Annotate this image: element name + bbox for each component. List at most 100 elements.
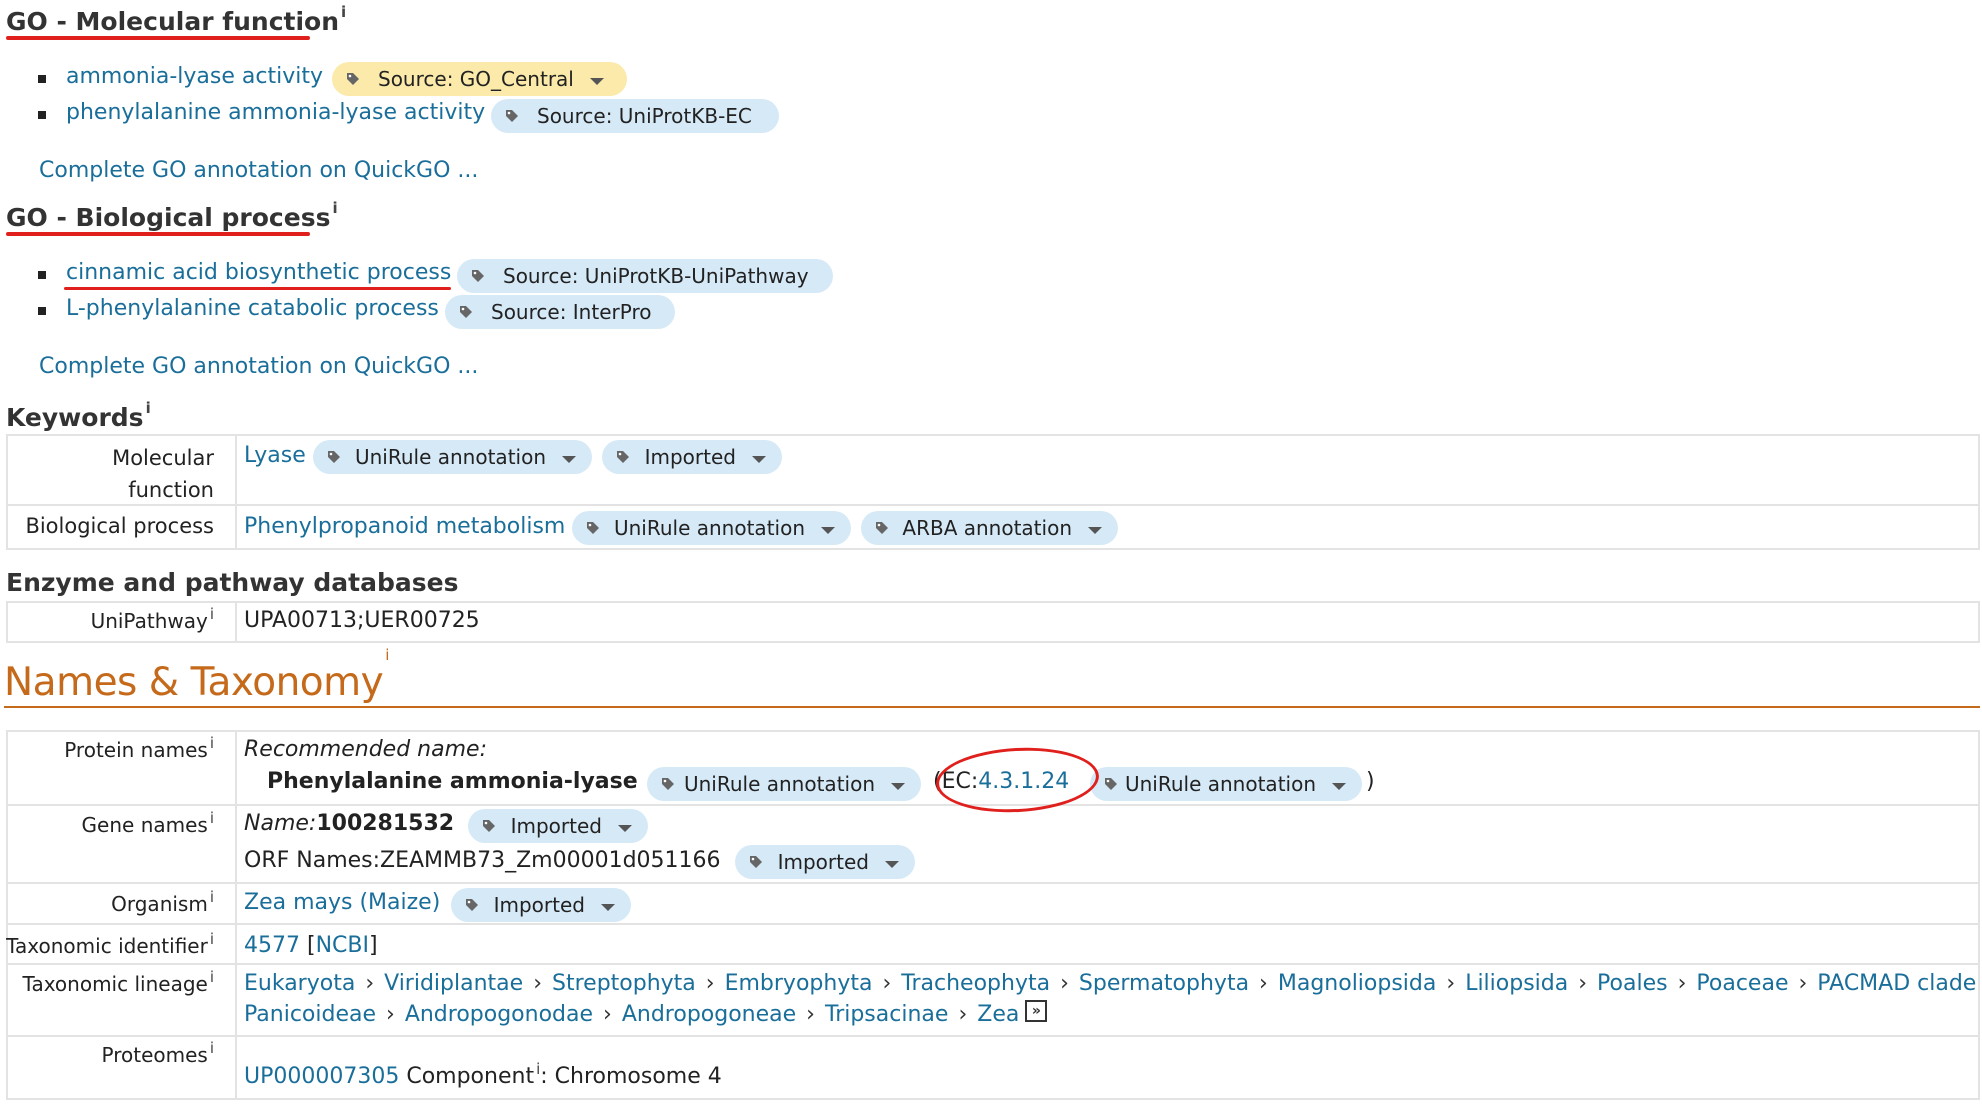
info-icon[interactable]: i [385, 646, 389, 664]
keyword-link[interactable]: Lyase [244, 443, 306, 468]
label-line: Molecular [112, 446, 214, 470]
evidence-pill[interactable]: Imported [451, 888, 631, 922]
source-pill[interactable]: Source: GO_Central [332, 62, 627, 96]
table-divider [8, 923, 1978, 925]
names-taxonomy-title: Names & Taxonomyi [4, 646, 389, 705]
lineage-link[interactable]: Poales [1597, 971, 1668, 996]
evidence-label: UniRule annotation [613, 516, 805, 540]
lineage-separator: › [806, 1002, 815, 1027]
info-icon[interactable]: i [210, 734, 214, 752]
lineage-link[interactable]: Embryophyta [725, 971, 873, 996]
info-icon[interactable]: i [210, 888, 214, 906]
component-value: : Chromosome 4 [540, 1064, 722, 1089]
table-divider [235, 732, 237, 1098]
lineage-link[interactable]: Andropogonodae [405, 1002, 593, 1027]
evidence-pill[interactable]: UniRule annotation [1090, 767, 1362, 801]
taxon-id-link[interactable]: 4577 [244, 933, 300, 958]
info-icon[interactable]: i [536, 1060, 540, 1078]
info-icon[interactable]: i [332, 199, 337, 217]
source-pill[interactable]: Source: InterPro [445, 295, 675, 329]
info-icon[interactable]: i [146, 399, 151, 417]
evidence-label: UniRule annotation [683, 772, 875, 796]
info-icon[interactable]: i [210, 1039, 214, 1057]
evidence-label: Imported [644, 445, 736, 469]
evidence-pill[interactable]: UniRule annotation [647, 767, 921, 801]
red-underline [64, 287, 451, 290]
info-icon[interactable]: i [341, 3, 346, 21]
source-label: Source: UniProtKB-EC [537, 104, 752, 128]
organism-link[interactable]: Zea mays (Maize) [244, 890, 440, 915]
lineage-link[interactable]: Panicoideae [244, 1002, 376, 1027]
gene-name-label: Name: [244, 811, 317, 836]
info-icon[interactable]: i [210, 968, 214, 986]
go-biological-title: GO - Biological process i [6, 199, 338, 232]
evidence-label: Imported [777, 850, 869, 874]
lineage-link[interactable]: Magnoliopsida [1278, 971, 1437, 996]
expand-lineage-icon[interactable]: » [1025, 1000, 1048, 1022]
names-taxonomy-title-text: Names & Taxonomy [4, 660, 384, 705]
lineage-link[interactable]: Viridiplantae [384, 971, 523, 996]
lineage-link[interactable]: Tracheophyta [901, 971, 1050, 996]
keyword-link[interactable]: Phenylpropanoid metabolism [244, 514, 565, 539]
gene-name-value: 100281532 [316, 811, 455, 836]
lineage-link[interactable]: Andropogoneae [622, 1002, 796, 1027]
proteomes-label-text: Proteomes [101, 1043, 208, 1067]
info-icon[interactable]: i [210, 605, 214, 623]
evidence-pill[interactable]: Imported [468, 809, 648, 843]
source-label: Source: GO_Central [378, 67, 574, 91]
chevron-down-icon [562, 455, 576, 463]
lineage-separator: › [365, 971, 375, 996]
lineage-link[interactable]: Streptophyta [552, 971, 696, 996]
go-molecular-title-text: GO - Molecular function [6, 7, 340, 36]
lineage-separator: › [1578, 971, 1588, 996]
table-divider [8, 504, 1978, 506]
go-term-link[interactable]: ammonia-lyase activity [66, 64, 323, 89]
proteome-link[interactable]: UP000007305 [244, 1064, 399, 1089]
lineage-link[interactable]: Spermatophyta [1079, 971, 1249, 996]
source-pill[interactable]: Source: UniProtKB-UniPathway [457, 259, 833, 293]
gene-names-label-text: Gene names [81, 813, 208, 837]
go-term-link[interactable]: cinnamic acid biosynthetic process [66, 260, 451, 285]
lineage-line: Eukaryota › Viridiplantae › Streptophyta › Emb… [244, 971, 1982, 996]
evidence-label: Imported [493, 893, 585, 917]
info-icon[interactable]: i [210, 809, 214, 827]
keyword-row-label: Molecular function [112, 442, 214, 506]
evidence-pill[interactable]: Imported [735, 845, 915, 879]
evidence-label: UniRule annotation [1124, 772, 1316, 796]
chevron-down-icon [752, 455, 766, 463]
evidence-pill[interactable]: UniRule annotation [313, 440, 592, 474]
close-paren: ) [1366, 769, 1375, 794]
keywords-title: Keywords i [6, 399, 151, 432]
gene-names-label: Gene names i [81, 809, 214, 837]
lineage-link[interactable]: Zea [977, 1002, 1019, 1027]
chevron-down-icon [1088, 526, 1102, 534]
lineage-link[interactable]: Liliopsida [1465, 971, 1568, 996]
bracket: ] [369, 933, 378, 958]
tag-icon [616, 450, 629, 464]
evidence-pill[interactable]: UniRule annotation [572, 511, 851, 545]
ncbi-link[interactable]: NCBI [316, 933, 369, 958]
lineage-link[interactable]: Poaceae [1696, 971, 1788, 996]
lineage-link[interactable]: Eukaryota [244, 971, 355, 996]
lineage-link[interactable]: PACMAD clade [1817, 971, 1976, 996]
lineage-link[interactable]: Tripsacinae [825, 1002, 948, 1027]
quickgo-link[interactable]: Complete GO annotation on QuickGO ... [39, 354, 478, 379]
enzyme-title: Enzyme and pathway databases [6, 568, 459, 597]
evidence-pill[interactable]: ARBA annotation [861, 511, 1118, 545]
proteomes-value: UP000007305 Component i: Chromosome 4 [244, 1060, 722, 1089]
chevron-down-icon [885, 860, 899, 868]
quickgo-link[interactable]: Complete GO annotation on QuickGO ... [39, 158, 478, 183]
go-term-link[interactable]: L-phenylalanine catabolic process [66, 296, 439, 321]
bullet [38, 271, 46, 279]
evidence-pill[interactable]: Imported [602, 440, 782, 474]
unipathway-label: UniPathway i [91, 605, 214, 633]
source-pill[interactable]: Source: UniProtKB-EC [491, 99, 779, 133]
tag-icon [327, 450, 340, 464]
source-label: Source: UniProtKB-UniPathway [503, 264, 809, 288]
lineage-line: Panicoideae › Andropogonodae › Andropogoneae… [244, 1000, 1048, 1027]
go-term-link[interactable]: phenylalanine ammonia-lyase activity [66, 100, 485, 125]
info-icon[interactable]: i [210, 930, 214, 948]
lineage-separator: › [386, 1002, 395, 1027]
lineage-separator: › [1798, 971, 1808, 996]
go-biological-title-text: GO - Biological process [6, 203, 331, 232]
